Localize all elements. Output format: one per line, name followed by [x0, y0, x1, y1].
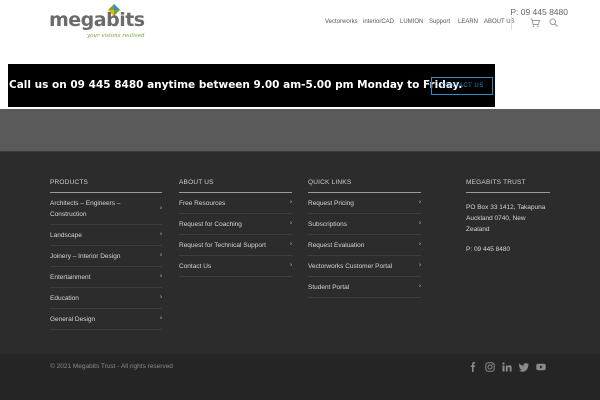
chevron-right-icon: ›: [160, 294, 162, 301]
footer-link-label: Request Pricing: [308, 199, 354, 207]
chevron-right-icon: ›: [160, 252, 162, 259]
twitter-icon[interactable]: [519, 362, 529, 372]
linkedin-icon[interactable]: [502, 362, 512, 372]
footer-col-title: MEGABITS TRUST: [466, 179, 550, 193]
footer-col-products: PRODUCTS Architects – Engineers – Constr…: [50, 179, 162, 330]
chevron-right-icon: ›: [290, 199, 292, 206]
footer-link[interactable]: Vectorworks Customer Portal ›: [308, 256, 421, 277]
bottom-bar: © 2021 Megabits Trust - All rights reser…: [0, 354, 600, 400]
footer-link-label: Landscape: [50, 231, 82, 239]
chevron-right-icon: ›: [419, 220, 421, 227]
footer-link[interactable]: General Design ›: [50, 309, 162, 330]
footer-link[interactable]: Contact Us ›: [179, 256, 292, 277]
footer-link-list: Free Resources › Request for Coaching › Re…: [179, 193, 292, 277]
logo[interactable]: megabits your visions realised: [49, 3, 149, 43]
footer-link-label: Education: [50, 294, 79, 302]
instagram-icon[interactable]: [485, 362, 495, 372]
copyright-text: © 2021 Megabits Trust - All rights reser…: [50, 363, 173, 370]
gray-band: [0, 109, 600, 151]
footer-link[interactable]: Landscape ›: [50, 225, 162, 246]
footer-address: PO Box 33 1412, Takapuna Auckland 0740, …: [466, 204, 546, 233]
site-header: megabits your visions realised P: 09 445…: [0, 0, 600, 47]
footer-link[interactable]: Education ›: [50, 288, 162, 309]
footer-link[interactable]: Entertainment ›: [50, 267, 162, 288]
call-banner: Call us on 09 445 8480 anytime between 9…: [8, 64, 495, 107]
footer-link-label: Vectorworks Customer Portal: [308, 262, 393, 270]
footer-phone: P: 09 445 8480: [466, 246, 511, 253]
footer-col-title: QUICK LINKS: [308, 179, 421, 193]
footer-link-label: Joinery – Interior Design: [50, 252, 121, 260]
chevron-right-icon: ›: [160, 205, 162, 211]
footer-link-label: Request for Coaching: [179, 220, 242, 228]
header-phone: P: 09 445 8480: [510, 7, 568, 17]
footer-link[interactable]: Free Resources ›: [179, 193, 292, 214]
chevron-right-icon: ›: [290, 262, 292, 269]
cart-icon[interactable]: [530, 18, 540, 28]
footer-link-label: Request for Technical Support: [179, 241, 266, 249]
footer-link[interactable]: Request for Technical Support ›: [179, 235, 292, 256]
footer-link-label: General Design: [50, 315, 96, 323]
footer-link[interactable]: Subscriptions ›: [308, 214, 421, 235]
chevron-right-icon: ›: [419, 262, 421, 269]
footer-link-label: Student Portal: [308, 283, 350, 291]
nav-divider: [511, 16, 512, 30]
chevron-right-icon: ›: [160, 231, 162, 238]
nav-item-about-us[interactable]: ABOUT US: [484, 19, 515, 25]
nav-item-vectorworks[interactable]: Vectorworks: [325, 19, 358, 25]
contact-us-button[interactable]: CONTACT US: [431, 77, 493, 95]
footer-link-label: Request Evaluation: [308, 241, 365, 249]
footer-link[interactable]: Request for Coaching ›: [179, 214, 292, 235]
footer-link-label: Subscriptions: [308, 220, 348, 228]
nav-item-learn[interactable]: LEARN: [458, 19, 478, 25]
footer-col-title: ABOUT US: [179, 179, 292, 193]
search-icon[interactable]: [549, 18, 558, 27]
chevron-right-icon: ›: [160, 273, 162, 280]
footer-link[interactable]: Joinery – Interior Design ›: [50, 246, 162, 267]
chevron-right-icon: ›: [290, 241, 292, 248]
nav-item-interiorcad[interactable]: interiorCAD: [363, 19, 394, 25]
logo-text: megabits: [49, 9, 145, 31]
footer-link[interactable]: Architects – Engineers – Construction ›: [50, 193, 162, 225]
facebook-icon[interactable]: [468, 362, 478, 372]
footer-link-label: Entertainment: [50, 273, 91, 281]
footer-col-trust: MEGABITS TRUST PO Box 33 1412, Takapuna …: [466, 179, 550, 255]
chevron-right-icon: ›: [419, 199, 421, 206]
footer-col-about: ABOUT US Free Resources › Request for Coa…: [179, 179, 292, 277]
footer-link-label: Free Resources: [179, 199, 226, 207]
chevron-right-icon: ›: [419, 241, 421, 248]
footer-link-list: Request Pricing › Subscriptions › Request …: [308, 193, 421, 298]
footer-link[interactable]: Request Pricing ›: [308, 193, 421, 214]
nav-item-support[interactable]: Support: [429, 19, 450, 25]
banner-text: Call us on 09 445 8480 anytime between 9…: [9, 79, 463, 91]
logo-tagline: your visions realised: [87, 33, 145, 39]
youtube-icon[interactable]: [536, 362, 546, 372]
chevron-right-icon: ›: [160, 315, 162, 322]
chevron-right-icon: ›: [419, 283, 421, 290]
footer-link-list: Architects – Engineers – Construction › L…: [50, 193, 162, 330]
footer-link[interactable]: Student Portal ›: [308, 277, 421, 298]
footer-col-title: PRODUCTS: [50, 179, 162, 193]
chevron-right-icon: ›: [290, 220, 292, 227]
nav-item-lumion[interactable]: LUMION: [400, 19, 423, 25]
footer-col-quick-links: QUICK LINKS Request Pricing › Subscriptio…: [308, 179, 421, 298]
footer-link-label: Architects – Engineers – Construction: [50, 199, 121, 218]
site-footer: PRODUCTS Architects – Engineers – Constr…: [0, 151, 600, 354]
footer-link-label: Contact Us: [179, 262, 212, 270]
footer-link[interactable]: Request Evaluation ›: [308, 235, 421, 256]
